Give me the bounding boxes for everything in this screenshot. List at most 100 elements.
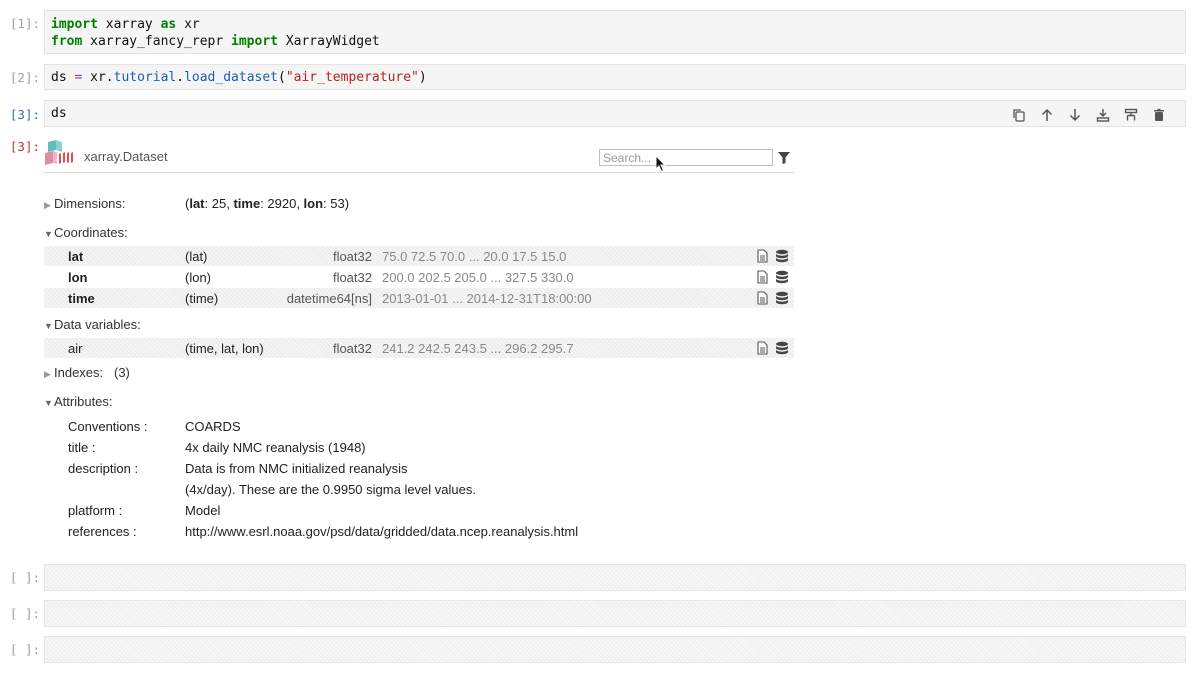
var-dims: (lat) <box>185 249 208 264</box>
section-attributes[interactable]: ▼Attributes: <box>44 394 113 409</box>
mouse-cursor-icon <box>655 155 667 173</box>
attr-key: platform : <box>68 503 123 518</box>
var-dtype: float32 <box>332 249 372 264</box>
file-text-icon[interactable] <box>756 291 769 305</box>
var-preview: 241.2 242.5 243.5 ... 296.2 295.7 <box>382 341 574 356</box>
database-icon[interactable] <box>775 341 789 355</box>
empty-code-cell[interactable] <box>44 600 1186 627</box>
var-dtype: float32 <box>332 270 372 285</box>
dim-text: : 2920, <box>260 196 304 211</box>
code-func: load_dataset <box>184 70 278 85</box>
attr-value: Data is from NMC initialized reanalysis <box>185 461 408 476</box>
move-down-icon[interactable] <box>1067 107 1083 123</box>
xarray-dataset-widget: xarray.Dataset ▶Dimensions: (lat: 25, ti… <box>44 140 794 539</box>
keyword: import <box>51 17 98 32</box>
empty-cell-prompt: [ ]: <box>9 642 40 657</box>
file-text-icon[interactable] <box>756 270 769 284</box>
widget-title: xarray.Dataset <box>84 149 168 164</box>
code-line-2: from xarray_fancy_repr import XarrayWidg… <box>51 33 1179 50</box>
code-cell-2[interactable]: ds = xr.tutorial.load_dataset("air_tempe… <box>44 64 1186 90</box>
section-label: Dimensions: <box>54 196 126 211</box>
file-text-icon[interactable] <box>756 249 769 263</box>
var-name: lat <box>68 249 84 264</box>
database-icon[interactable] <box>775 249 789 263</box>
dim-key: lat <box>189 196 205 211</box>
attr-key: references : <box>68 524 137 539</box>
code-token: xr <box>176 17 200 32</box>
var-dims: (time, lat, lon) <box>185 341 264 356</box>
section-label: Attributes: <box>54 394 113 409</box>
database-icon[interactable] <box>775 291 789 305</box>
attr-value: COARDS <box>185 419 241 434</box>
string-literal: "air_temperature" <box>285 70 419 85</box>
section-coordinates[interactable]: ▼Coordinates: <box>44 225 128 240</box>
keyword: from <box>51 34 83 49</box>
cell-3-prompt: [3]: <box>9 107 40 122</box>
cell-1-prompt: [1]: <box>9 16 40 31</box>
code-token: ds <box>51 70 75 85</box>
coordinate-row[interactable]: time (time) datetime64[ns] 2013-01-01 ..… <box>44 288 794 308</box>
attr-key: description : <box>68 461 139 476</box>
code-token: XarrayWidget <box>278 34 380 49</box>
attr-value: Model <box>185 503 221 518</box>
data-variable-row[interactable]: air (time, lat, lon) float32 241.2 242.5… <box>44 338 794 358</box>
widget-header: xarray.Dataset <box>44 140 794 173</box>
code-attr: tutorial <box>113 70 177 85</box>
format-icon[interactable] <box>1123 107 1139 123</box>
xarray-logo-icon <box>45 140 73 165</box>
attr-key: Conventions : <box>68 419 148 434</box>
dim-key: lon <box>303 196 324 211</box>
dim-text: : 25, <box>204 196 234 211</box>
var-name: lon <box>68 270 88 285</box>
move-up-icon[interactable] <box>1039 107 1055 123</box>
database-icon[interactable] <box>775 270 789 284</box>
keyword: import <box>231 34 278 49</box>
var-dtype: datetime64[ns] <box>286 291 372 306</box>
code-cell-1[interactable]: import xarray as xr from xarray_fancy_re… <box>44 10 1186 54</box>
search-input[interactable] <box>599 149 773 166</box>
attr-key: title : <box>68 440 96 455</box>
insert-below-icon[interactable] <box>1095 107 1111 123</box>
section-data-variables[interactable]: ▼Data variables: <box>44 317 141 332</box>
coordinate-row[interactable]: lat (lat) float32 75.0 72.5 70.0 ... 20.… <box>44 246 794 266</box>
filter-icon[interactable] <box>777 151 791 165</box>
section-label: Data variables: <box>54 317 141 332</box>
coordinate-row[interactable]: lon (lon) float32 200.0 202.5 205.0 ... … <box>44 267 794 287</box>
var-preview: 75.0 72.5 70.0 ... 20.0 17.5 15.0 <box>382 249 567 264</box>
var-dims: (time) <box>185 291 219 306</box>
collapse-triangle-icon: ▼ <box>44 398 53 408</box>
dim-text: : 53) <box>323 196 350 211</box>
section-label: Indexes: <box>54 365 104 380</box>
expand-triangle-icon: ▶ <box>44 200 51 210</box>
code-token: xarray <box>97 17 161 32</box>
var-dtype: float32 <box>332 341 372 356</box>
copy-icon[interactable] <box>1011 107 1027 123</box>
var-preview: 200.0 202.5 205.0 ... 327.5 330.0 <box>382 270 574 285</box>
collapse-triangle-icon: ▼ <box>44 229 53 239</box>
trash-icon[interactable] <box>1151 107 1167 123</box>
attr-value: http://www.esrl.noaa.gov/psd/data/gridde… <box>185 524 579 539</box>
code-token: xarray_fancy_repr <box>82 34 232 49</box>
empty-code-cell[interactable] <box>44 564 1186 591</box>
var-dims: (lon) <box>185 270 212 285</box>
attr-value: 4x daily NMC reanalysis (1948) <box>185 440 366 455</box>
section-label: Coordinates: <box>54 225 128 240</box>
keyword: as <box>160 17 177 32</box>
code-line-1: import xarray as xr <box>51 16 1179 33</box>
dimensions-summary: (lat: 25, time: 2920, lon: 53) <box>185 196 349 211</box>
empty-cell-prompt: [ ]: <box>9 570 40 585</box>
expand-triangle-icon: ▶ <box>44 369 51 379</box>
var-name: air <box>68 341 83 356</box>
cell-2-prompt: [2]: <box>9 70 40 85</box>
section-indexes[interactable]: ▶ Indexes: (3) <box>44 365 130 380</box>
file-text-icon[interactable] <box>756 341 769 355</box>
code-cell-3[interactable]: ds <box>44 100 1186 127</box>
section-dimensions[interactable]: ▶ Dimensions: <box>44 196 126 211</box>
code-token: . <box>176 70 185 85</box>
empty-code-cell[interactable] <box>44 636 1186 663</box>
code-token: ( <box>278 70 286 85</box>
var-name: time <box>68 291 95 306</box>
code-token: ds <box>51 106 67 121</box>
empty-cell-prompt: [ ]: <box>9 606 40 621</box>
cell-toolbar <box>1011 107 1167 123</box>
